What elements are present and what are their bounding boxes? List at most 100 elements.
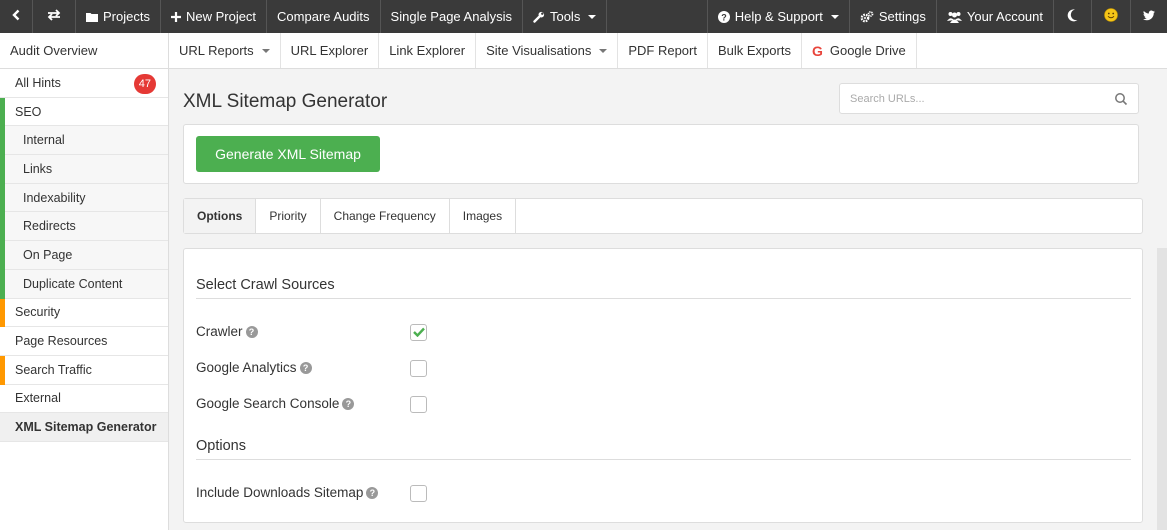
new-project-button[interactable]: New Project (161, 0, 268, 33)
section-divider (196, 459, 1131, 460)
status-bar (0, 183, 5, 213)
sidebar-item-on-page[interactable]: On Page (0, 241, 168, 270)
help-support-label: Help & Support (734, 9, 823, 24)
chevron-down-icon (599, 48, 608, 53)
site-visualisations-label: Site Visualisations (486, 43, 592, 58)
sidebar-item-label: XML Sitemap Generator (15, 420, 157, 435)
audit-overview-link[interactable]: Audit Overview (0, 33, 169, 68)
chevron-down-icon (261, 48, 270, 53)
tab-priority[interactable]: Priority (256, 199, 321, 233)
sidebar-item-label: Links (23, 161, 53, 176)
sidebar-item-duplicate-content[interactable]: Duplicate Content (0, 269, 168, 299)
sidebar-item-label: Indexability (23, 190, 86, 205)
search-icon[interactable] (1114, 92, 1128, 106)
sidebar-item-label: Duplicate Content (23, 276, 123, 291)
audit-overview-label: Audit Overview (10, 43, 98, 58)
sidebar-item-xml-sitemap-generator[interactable]: XML Sitemap Generator (0, 413, 168, 442)
include-downloads-sitemap-checkbox[interactable] (410, 485, 427, 502)
bulk-exports-link[interactable]: Bulk Exports (708, 33, 802, 68)
settings-button[interactable]: Settings (850, 0, 937, 33)
google-drive-link[interactable]: G Google Drive (802, 33, 917, 68)
help-icon[interactable]: ? (342, 397, 355, 410)
back-button[interactable] (0, 0, 33, 33)
help-icon[interactable]: ? (366, 486, 379, 499)
sidebar-item-seo[interactable]: SEO (0, 97, 168, 127)
status-bar (0, 241, 5, 270)
crawl-sources-heading: Select Crawl Sources (196, 277, 335, 293)
help-support-dropdown[interactable]: ? Help & Support (708, 0, 850, 33)
emoji-button[interactable] (1092, 0, 1131, 33)
help-icon[interactable]: ? (245, 325, 258, 338)
single-page-analysis-label: Single Page Analysis (390, 9, 512, 24)
sidebar-item-external[interactable]: External (0, 385, 168, 414)
sidebar-item-redirects[interactable]: Redirects (0, 212, 168, 242)
your-account-label: Your Account (966, 9, 1043, 24)
sidebar-item-search-traffic[interactable]: Search Traffic (0, 355, 168, 385)
google-search-console-checkbox[interactable] (410, 396, 427, 413)
option-label: Google Analytics (196, 360, 297, 375)
plus-icon (170, 11, 181, 22)
sidebar-item-label: Security (15, 305, 61, 320)
projects-button[interactable]: Projects (76, 0, 161, 33)
url-reports-label: URL Reports (179, 43, 254, 58)
sidebar-item-security[interactable]: Security (0, 298, 168, 328)
option-label: Google Search Console (196, 396, 340, 411)
gears-icon (860, 10, 874, 23)
compare-audits-label: Compare Audits (277, 9, 370, 24)
topbar-spacer (607, 0, 708, 33)
options-heading: Options (196, 438, 246, 454)
page-scrollbar[interactable] (1157, 248, 1167, 530)
options-panel: Select Crawl Sources Crawler ? Google An… (183, 248, 1143, 523)
search-urls-field[interactable] (839, 83, 1139, 114)
switch-audit-button[interactable] (33, 0, 76, 33)
option-label: Crawler (196, 324, 243, 339)
twitter-icon (1143, 9, 1155, 24)
sidebar-item-label: External (15, 391, 61, 406)
url-reports-dropdown[interactable]: URL Reports (169, 33, 281, 68)
sidebar-item-label: SEO (15, 104, 42, 119)
google-analytics-checkbox[interactable] (410, 360, 427, 377)
checkmark-icon (412, 325, 425, 340)
crawler-checkbox[interactable] (410, 324, 427, 341)
page-title: XML Sitemap Generator (183, 91, 388, 112)
twitter-button[interactable] (1131, 0, 1167, 33)
hints-count-badge: 47 (133, 74, 156, 94)
folder-icon (86, 12, 98, 22)
link-explorer-link[interactable]: Link Explorer (379, 33, 477, 68)
link-explorer-label: Link Explorer (389, 43, 466, 58)
dark-mode-toggle[interactable] (1054, 0, 1092, 33)
sidebar-item-label: All Hints (15, 75, 61, 90)
tools-label: Tools (549, 9, 581, 24)
url-explorer-link[interactable]: URL Explorer (281, 33, 380, 68)
sidebar-item-label: Internal (23, 133, 65, 148)
sidebar-item-internal[interactable]: Internal (0, 126, 168, 156)
site-visualisations-dropdown[interactable]: Site Visualisations (476, 33, 619, 68)
your-account-button[interactable]: Your Account (937, 0, 1054, 33)
status-bar (0, 269, 5, 299)
status-bar (0, 97, 5, 127)
bulk-exports-label: Bulk Exports (717, 43, 791, 58)
projects-label: Projects (103, 9, 150, 24)
status-bar (0, 298, 5, 328)
tools-dropdown[interactable]: Tools (523, 0, 608, 33)
sidebar-item-links[interactable]: Links (0, 155, 168, 184)
status-bar (0, 126, 5, 156)
sidebar-item-page-resources[interactable]: Page Resources (0, 327, 168, 356)
status-bar (0, 355, 5, 385)
tab-options[interactable]: Options (184, 199, 257, 233)
hints-sidebar: All Hints 47 SEO Internal Links Indexabi… (0, 69, 169, 530)
sitemap-tabs: Options Priority Change Frequency Images (183, 198, 1143, 234)
search-input[interactable] (850, 92, 1114, 105)
generate-xml-sitemap-button[interactable]: Generate XML Sitemap (196, 136, 380, 172)
tab-change-frequency[interactable]: Change Frequency (321, 199, 450, 233)
tab-images[interactable]: Images (450, 199, 517, 233)
google-drive-label: Google Drive (829, 43, 906, 58)
help-icon[interactable]: ? (299, 361, 312, 374)
sidebar-item-all-hints[interactable]: All Hints 47 (0, 69, 168, 98)
single-page-analysis-button[interactable]: Single Page Analysis (381, 0, 523, 33)
moon-icon (1067, 8, 1078, 25)
sidebar-item-indexability[interactable]: Indexability (0, 183, 168, 213)
compare-audits-button[interactable]: Compare Audits (267, 0, 381, 33)
smiley-icon (1104, 8, 1118, 25)
pdf-report-link[interactable]: PDF Report (618, 33, 708, 68)
